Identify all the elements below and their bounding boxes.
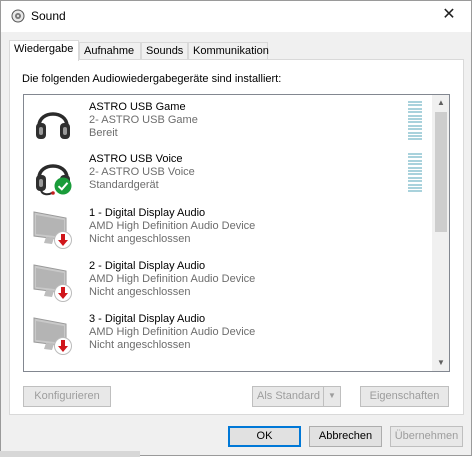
device-name: 2 - Digital Display Audio [89,260,206,272]
speaker-icon [11,9,25,23]
unplugged-icon [54,231,72,249]
device-driver: 2- ASTRO USB Voice [89,166,195,178]
device-item[interactable]: ASTRO USB Voice 2- ASTRO USB Voice Stand… [24,147,434,199]
unplugged-icon [54,284,72,302]
device-name: 1 - Digital Display Audio [89,207,206,219]
default-check-icon [54,177,72,195]
device-item[interactable]: ASTRO USB Game 2- ASTRO USB Game Bereit [24,95,434,147]
device-status: Nicht angeschlossen [89,233,191,245]
ok-button[interactable]: OK [228,426,301,447]
scroll-down-icon[interactable]: ▼ [433,355,449,371]
background-window-strip [0,451,140,457]
close-button[interactable]: ✕ [441,7,457,23]
unplugged-icon [54,337,72,355]
tab-aufnahme[interactable]: Aufnahme [79,42,141,60]
device-status: Bereit [89,127,118,139]
device-item[interactable]: 2 - Digital Display Audio AMD High Defin… [24,254,434,306]
apply-button[interactable]: Übernehmen [390,426,463,447]
device-item[interactable]: 1 - Digital Display Audio AMD High Defin… [24,201,434,253]
device-status: Nicht angeschlossen [89,339,191,351]
device-status: Nicht angeschlossen [89,286,191,298]
device-driver: AMD High Definition Audio Device [89,220,256,232]
device-driver: 2- ASTRO USB Game [89,114,198,126]
device-name: 3 - Digital Display Audio [89,313,206,325]
tab-wiedergabe[interactable]: Wiedergabe [9,40,79,61]
playback-panel: Die folgenden Audiowiedergabegeräte sind… [9,59,464,415]
tab-kommunikation[interactable]: Kommunikation [188,42,269,60]
title-bar: Sound ✕ [1,1,471,32]
sound-dialog: Sound ✕ Wiedergabe Aufnahme Sounds Kommu… [0,0,472,456]
device-list[interactable]: ASTRO USB Game 2- ASTRO USB Game Bereit [23,94,450,372]
device-name: ASTRO USB Game [89,101,186,113]
tab-sounds[interactable]: Sounds [141,42,188,60]
set-default-button[interactable]: Als Standard ▼ [252,386,341,407]
device-item[interactable]: 3 - Digital Display Audio AMD High Defin… [24,307,434,359]
scroll-up-icon[interactable]: ▲ [433,95,449,111]
device-status: Standardgerät [89,179,159,191]
properties-button[interactable]: Eigenschaften [360,386,449,407]
set-default-label: Als Standard [257,390,320,402]
panel-heading: Die folgenden Audiowiedergabegeräte sind… [22,73,282,85]
volume-meter [408,101,422,141]
device-driver: AMD High Definition Audio Device [89,273,256,285]
window-title: Sound [31,9,66,23]
headphones-icon [36,112,70,139]
configure-button[interactable]: Konfigurieren [23,386,111,407]
chevron-down-icon[interactable]: ▼ [323,387,340,406]
volume-meter [408,153,422,193]
list-scrollbar[interactable]: ▲ ▼ [432,95,449,371]
scroll-thumb[interactable] [435,112,447,232]
device-driver: AMD High Definition Audio Device [89,326,256,338]
cancel-button[interactable]: Abbrechen [309,426,382,447]
device-name: ASTRO USB Voice [89,153,183,165]
